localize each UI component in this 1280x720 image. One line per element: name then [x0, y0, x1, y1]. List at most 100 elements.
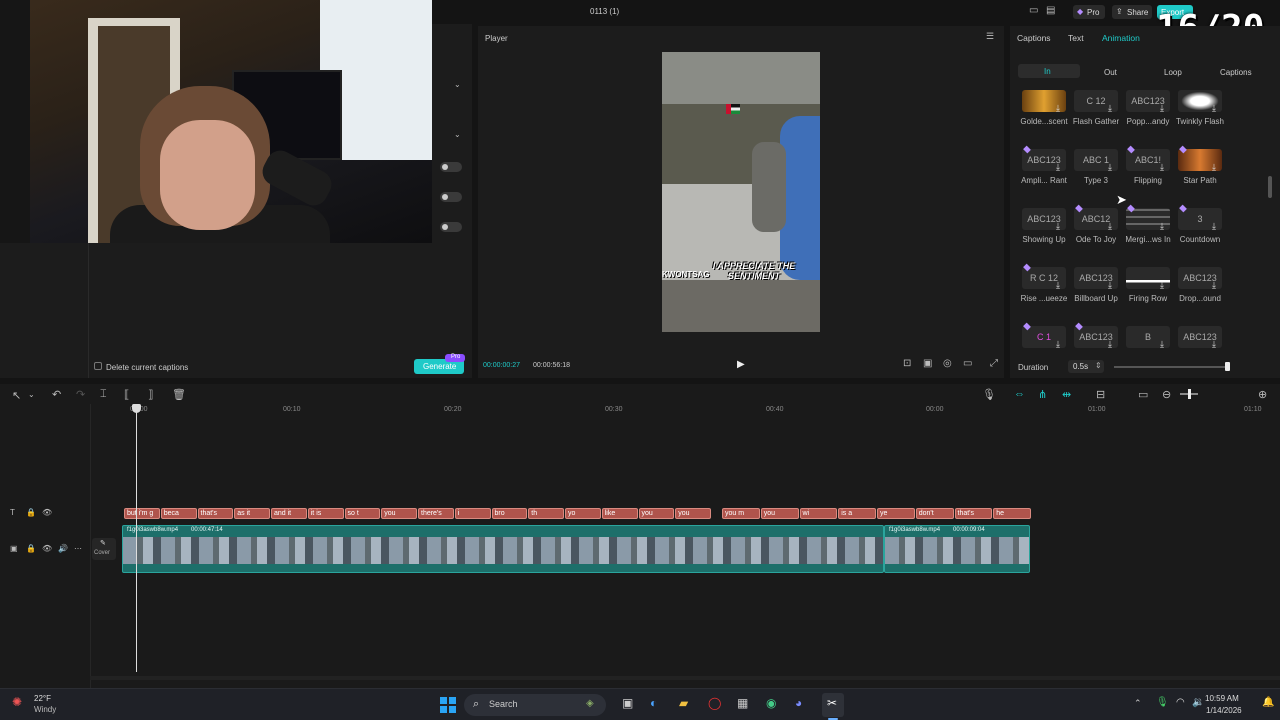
preview-axis-icon[interactable]: ⊟	[1096, 388, 1105, 401]
redo-icon[interactable]: ↷	[76, 388, 85, 401]
weather-temp[interactable]: 22°F	[34, 694, 51, 703]
caption-clip[interactable]: that's	[954, 508, 993, 519]
taskbar-search[interactable]: ⌕ Search ◈	[464, 694, 606, 716]
caption-clip[interactable]: bro	[491, 508, 528, 519]
download-icon[interactable]: ⤓	[1056, 162, 1060, 173]
delete-icon[interactable]: 🗑	[172, 388, 186, 401]
clock-time[interactable]: 10:59 AM	[1205, 694, 1239, 703]
clock-date[interactable]: 1/14/2026	[1206, 706, 1242, 715]
cover-button[interactable]: ✎ Cover	[92, 538, 116, 560]
download-icon[interactable]: ⤓	[1108, 162, 1112, 173]
download-icon[interactable]: ⤓	[1212, 103, 1216, 114]
lock-icon[interactable]: 🔒	[26, 544, 36, 553]
weather-icon[interactable]: ✺	[12, 695, 22, 709]
download-icon[interactable]: ⤓	[1160, 162, 1164, 173]
download-icon[interactable]: ⤓	[1212, 221, 1216, 232]
download-icon[interactable]: ⤓	[1056, 280, 1060, 291]
task-view-icon[interactable]: ▣	[622, 696, 633, 710]
caption-clip[interactable]: that's	[197, 508, 234, 519]
copilot-icon[interactable]: ◐	[650, 696, 657, 710]
eye-icon[interactable]: 👁	[42, 544, 52, 553]
playhead[interactable]	[136, 404, 137, 672]
caption-clip[interactable]: he	[993, 508, 1031, 519]
subtab-captions[interactable]: Captions	[1220, 68, 1252, 77]
tab-captions[interactable]: Captions	[1017, 33, 1051, 43]
caption-overlay[interactable]: I APPRECIATE THE SENTIMENT	[700, 261, 808, 281]
share-button[interactable]: ⇪ Share	[1112, 5, 1152, 19]
stepper-icon[interactable]: ⇕	[1095, 361, 1102, 370]
caption-icon[interactable]: ▭	[1138, 388, 1148, 401]
file-explorer-icon[interactable]: ▰	[679, 696, 688, 710]
caption-clip[interactable]: yo	[565, 508, 601, 519]
split-left-icon[interactable]: ⟦	[124, 388, 129, 401]
magnet-icon[interactable]: ⋔	[1038, 388, 1047, 401]
zoom-out-icon[interactable]: ⊖	[1162, 388, 1171, 401]
microphone-icon[interactable]: 🎙	[982, 388, 996, 401]
video-clip-2[interactable]: f1g0i3aswb8w.mp4 00:00:09:04	[884, 525, 1030, 573]
download-icon[interactable]: ⤓	[1160, 103, 1164, 114]
chevron-down-icon[interactable]: ⌄	[28, 390, 35, 399]
caption-clip[interactable]: and it	[271, 508, 307, 519]
ratio-icon[interactable]: ▣	[923, 358, 932, 369]
caption-clip[interactable]: you m	[722, 508, 760, 519]
notification-icon[interactable]: 🔔	[1262, 697, 1274, 708]
chrome-icon[interactable]: ◉	[766, 696, 776, 710]
download-icon[interactable]: ⤓	[1108, 221, 1112, 232]
link-icon[interactable]: ⇔	[1014, 388, 1025, 400]
caption-clip[interactable]: ye	[877, 508, 915, 519]
target-icon[interactable]: ◎	[943, 358, 952, 369]
capcut-taskbar-item[interactable]: ✂	[822, 693, 844, 717]
caption-clip[interactable]: you	[381, 508, 417, 519]
speaker-icon[interactable]: 🔊	[58, 544, 68, 553]
toggle-switch[interactable]	[440, 192, 462, 202]
download-icon[interactable]: ⤓	[1056, 339, 1060, 350]
crop-icon[interactable]: ⊡	[903, 358, 911, 369]
download-icon[interactable]: ⤓	[1056, 103, 1060, 114]
split-right-icon[interactable]: ⟧	[148, 388, 153, 401]
caption-clip[interactable]: you	[675, 508, 711, 519]
discord-icon[interactable]: ◕	[795, 696, 802, 710]
download-icon[interactable]: ⤓	[1160, 280, 1164, 291]
cursor-select-icon[interactable]: ↖	[12, 389, 21, 402]
caption-clip[interactable]: you	[638, 508, 675, 519]
caption-clip[interactable]: is a	[838, 508, 876, 519]
download-icon[interactable]: ⤓	[1056, 221, 1060, 232]
duration-input[interactable]: 0.5s ⇕	[1068, 360, 1104, 373]
chevron-down-icon[interactable]: ⌄	[454, 80, 461, 89]
chevron-down-icon[interactable]: ⌄	[454, 130, 461, 139]
tab-text[interactable]: Text	[1068, 33, 1084, 43]
caption-clip[interactable]: so t	[344, 508, 381, 519]
weather-desc[interactable]: Windy	[34, 705, 56, 714]
download-icon[interactable]: ⤓	[1108, 339, 1112, 350]
playhead-handle[interactable]	[132, 404, 141, 413]
caption-clip[interactable]: there's	[418, 508, 454, 519]
more-icon[interactable]: ⋯	[74, 544, 82, 553]
subtab-in[interactable]: In	[1018, 64, 1080, 78]
ratio-select-icon[interactable]: ▭	[963, 358, 972, 369]
play-icon[interactable]: ▶	[737, 359, 745, 370]
caption-clip[interactable]: don't	[915, 508, 954, 519]
window-icon[interactable]: ▤	[1046, 5, 1055, 16]
store-icon[interactable]: ▦	[737, 696, 748, 710]
download-icon[interactable]: ⤓	[1212, 280, 1216, 291]
download-icon[interactable]: ⤓	[1160, 339, 1164, 350]
caption-clip[interactable]: th	[528, 508, 564, 519]
preset-scrollbar[interactable]	[1268, 176, 1272, 198]
undo-icon[interactable]: ↶	[52, 388, 61, 401]
chevron-up-icon[interactable]: ⌃	[1134, 698, 1142, 709]
windows-start-icon[interactable]	[440, 697, 456, 713]
download-icon[interactable]: ⤓	[1160, 221, 1164, 232]
toggle-switch[interactable]	[440, 162, 462, 172]
caption-clip[interactable]: it is	[307, 508, 344, 519]
caption-clip[interactable]: you	[760, 508, 799, 519]
subtab-out[interactable]: Out	[1104, 68, 1117, 77]
caption-clip[interactable]: i	[454, 508, 491, 519]
wifi-icon[interactable]: ◠	[1176, 697, 1185, 708]
video-clip-1[interactable]: f1g0i3aswb8w.mp4 00:00:47:14	[122, 525, 884, 573]
lock-icon[interactable]: 🔒	[26, 508, 36, 517]
eye-icon[interactable]: 👁	[42, 508, 52, 517]
duration-slider-track[interactable]	[1114, 366, 1228, 368]
volume-icon[interactable]: 🔉	[1192, 697, 1204, 708]
pro-button[interactable]: ◆ Pro	[1073, 5, 1105, 19]
video-preview[interactable]: KWONTSAG I APPRECIATE THE SENTIMENT	[662, 52, 820, 332]
